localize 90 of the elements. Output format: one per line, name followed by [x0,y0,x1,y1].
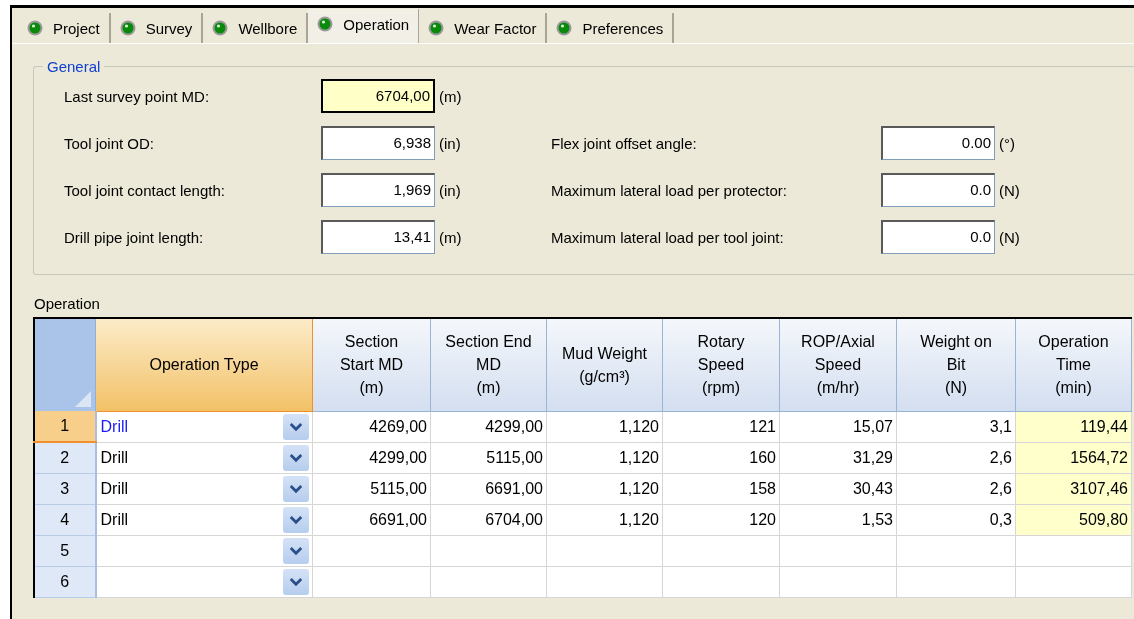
table-cell: 6704,00 [430,504,547,535]
input-field[interactable]: 6,938 [321,126,435,160]
column-header[interactable]: Weight on Bit (N) [896,318,1016,411]
column-header[interactable]: Rotary Speed (rpm) [662,318,780,411]
section-title: Operation [34,295,101,312]
input-field[interactable]: 13,41 [321,220,435,254]
unit-label: (m) [438,87,463,105]
tab[interactable]: Operation [308,9,420,43]
table-cell: 1,120 [546,411,663,442]
column-header[interactable]: Section Start MD (m) [312,318,431,411]
table-cell: 4299,00 [430,411,547,442]
table-cell: Drill [100,448,129,467]
status-light-icon [428,20,445,36]
row-header[interactable]: 2 [34,442,96,473]
column-header[interactable]: ROP/Axial Speed (m/hr) [779,318,897,411]
table-cell: 5115,00 [430,442,547,473]
table-cell: 3,1 [896,411,1016,442]
field-label: Maximum lateral load per protector: [551,181,788,199]
row-header[interactable]: 4 [34,504,96,535]
table-cell: 1,120 [546,504,663,535]
table-cell: 0,3 [896,504,1016,535]
chevron-down-icon [289,514,303,525]
unit-label: (N) [998,228,1021,246]
chevron-down-icon [289,421,303,432]
column-header[interactable]: Operation Type [95,318,313,411]
field-label: Last survey point MD: [64,87,211,105]
table-cell: 4269,00 [312,411,431,442]
table-cell: 5115,00 [312,473,431,504]
chevron-down-icon [289,452,303,463]
unit-label: (N) [998,181,1021,199]
column-header[interactable]: Operation Time (min) [1015,318,1132,411]
field-label: Tool joint OD: [64,134,156,152]
row-header[interactable]: 6 [34,566,96,597]
column-header[interactable]: Section End MD (m) [430,318,547,411]
table-cell: 119,44 [1015,411,1132,442]
group-title: General [46,58,102,75]
table-cell: 1,53 [779,504,897,535]
table-cell: 509,80 [1015,504,1132,535]
corner-cell[interactable] [34,318,96,411]
chevron-down-icon [289,545,303,556]
dropdown-button[interactable] [283,413,309,440]
table-cell: 31,29 [779,442,897,473]
chevron-down-icon [289,576,303,587]
table-cell: Drill [100,510,129,529]
table-cell: Drill [100,479,129,498]
field-label: Maximum lateral load per tool joint: [551,228,785,246]
table-cell: 3107,46 [1015,473,1132,504]
table-cell: 120 [662,504,780,535]
table-cell: 121 [662,411,780,442]
row-header[interactable]: 5 [34,535,96,566]
unit-label: (in) [438,181,462,199]
dropdown-button[interactable] [283,568,309,595]
table-cell: 6691,00 [430,473,547,504]
unit-label: (in) [438,134,462,152]
input-field[interactable]: 0.0 [881,220,995,254]
field-label: Tool joint contact length: [64,181,226,199]
table-cell: 1,120 [546,442,663,473]
table-cell: 1,120 [546,473,663,504]
corner-triangle-icon [75,391,91,407]
dropdown-button[interactable] [283,444,309,471]
table-cell: 158 [662,473,780,504]
status-light-icon [556,20,573,36]
table-cell: 2,6 [896,473,1016,504]
row-header[interactable]: 1 [34,411,96,442]
table-cell: 15,07 [779,411,897,442]
status-light-icon [27,20,43,36]
table-cell: 6691,00 [312,504,431,535]
table-cell: 2,6 [896,442,1016,473]
field-label: Flex joint offset angle: [551,134,698,152]
input-field[interactable]: 0.00 [881,126,995,160]
table-cell: Drill [100,417,129,436]
input-field[interactable]: 0.0 [881,173,995,207]
dropdown-button[interactable] [283,537,309,564]
unit-label: (°) [998,134,1016,152]
dropdown-button[interactable] [283,506,309,533]
status-light-icon [119,20,136,36]
table-cell: 30,43 [779,473,897,504]
status-light-icon [317,16,334,32]
input-field[interactable]: 6704,00 [321,79,435,113]
table-cell: 160 [662,442,780,473]
table-cell: 4299,00 [312,442,431,473]
column-header[interactable]: Mud Weight (g/cm³) [546,318,663,411]
field-label: Drill pipe joint length: [64,228,205,246]
chevron-down-icon [289,483,303,494]
row-header[interactable]: 3 [34,473,96,504]
dropdown-button[interactable] [283,475,309,502]
input-field[interactable]: 1,969 [321,173,435,207]
status-light-icon [212,20,229,36]
unit-label: (m) [438,228,463,246]
table-cell: 1564,72 [1015,442,1132,473]
